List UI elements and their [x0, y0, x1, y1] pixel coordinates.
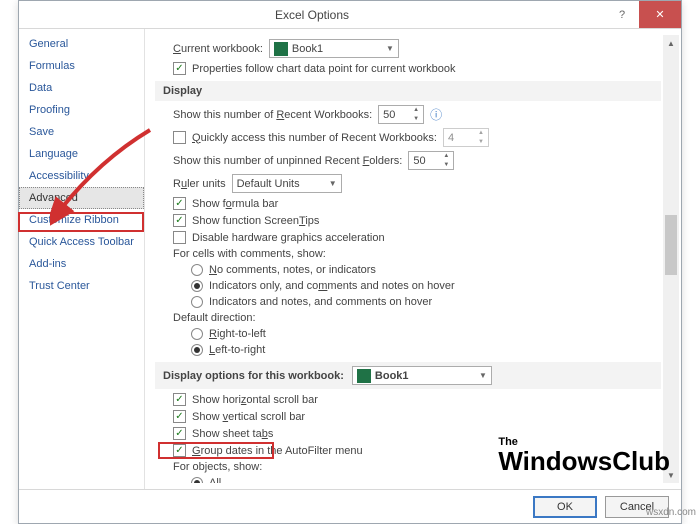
- disable-hw-label: Disable hardware graphics acceleration: [192, 232, 385, 244]
- close-button[interactable]: ✕: [639, 1, 681, 28]
- site-watermark: wsxdn.com: [646, 507, 696, 518]
- unpinned-folders-spinner[interactable]: 50 ▲▼: [408, 151, 454, 170]
- content-pane: Current workbook: Book1 ▼ Properties fol…: [145, 29, 681, 489]
- sidebar-item-addins[interactable]: Add-ins: [19, 253, 144, 275]
- current-workbook-value: Book1: [292, 43, 323, 55]
- sidebar-item-quick-access[interactable]: Quick Access Toolbar: [19, 231, 144, 253]
- chevron-down-icon: ▼: [479, 371, 487, 380]
- ruler-units-label: Ruler units: [173, 178, 226, 190]
- sidebar-item-proofing[interactable]: Proofing: [19, 99, 144, 121]
- display-workbook-section-header: Display options for this workbook: Book1…: [155, 362, 661, 389]
- comments-opt2-label: Indicators only, and comments and notes …: [209, 280, 455, 292]
- chevron-down-icon: ▼: [386, 44, 394, 53]
- comments-show-label: For cells with comments, show:: [173, 248, 326, 260]
- show-screentips-checkbox[interactable]: [173, 214, 186, 227]
- sidebar-item-general[interactable]: General: [19, 33, 144, 55]
- group-dates-label: Group dates in the AutoFilter menu: [192, 445, 363, 457]
- recent-workbooks-spinner[interactable]: 50 ▲▼: [378, 105, 424, 124]
- sidebar-item-advanced[interactable]: Advanced: [19, 187, 144, 209]
- ok-button[interactable]: OK: [533, 496, 597, 518]
- quick-access-spinner[interactable]: 4 ▲▼: [443, 128, 489, 147]
- ruler-units-combo[interactable]: Default Units ▼: [232, 174, 342, 193]
- show-screentips-label: Show function ScreenTips: [192, 215, 319, 227]
- properties-follow-label: Properties follow chart data point for c…: [192, 63, 456, 75]
- unpinned-folders-label: Show this number of unpinned Recent Fold…: [173, 155, 402, 167]
- chevron-down-icon: ▼: [329, 179, 337, 188]
- current-workbook-combo[interactable]: Book1 ▼: [269, 39, 399, 58]
- properties-follow-checkbox[interactable]: [173, 62, 186, 75]
- hscroll-checkbox[interactable]: [173, 393, 186, 406]
- sidebar-item-trust-center[interactable]: Trust Center: [19, 275, 144, 297]
- quick-access-label: Quickly access this number of Recent Wor…: [192, 132, 437, 144]
- help-button[interactable]: ?: [605, 1, 639, 28]
- recent-workbooks-label: Show this number of Recent Workbooks:: [173, 109, 372, 121]
- sheet-tabs-checkbox[interactable]: [173, 427, 186, 440]
- disable-hw-checkbox[interactable]: [173, 231, 186, 244]
- titlebar: Excel Options ? ✕: [19, 1, 681, 29]
- vscroll-checkbox[interactable]: [173, 410, 186, 423]
- objects-all-radio[interactable]: [191, 477, 203, 483]
- show-formula-bar-label: Show formula bar: [192, 198, 278, 210]
- sidebar-item-accessibility[interactable]: Accessibility: [19, 165, 144, 187]
- window-title: Excel Options: [19, 8, 605, 22]
- group-dates-checkbox[interactable]: [173, 444, 186, 457]
- scroll-thumb[interactable]: [665, 215, 677, 275]
- dir-ltr-radio[interactable]: [191, 344, 203, 356]
- hscroll-label: Show horizontal scroll bar: [192, 394, 318, 406]
- objects-all-label: All: [209, 477, 221, 483]
- scroll-up-icon[interactable]: ▲: [663, 35, 679, 51]
- comments-opt3-radio[interactable]: [191, 296, 203, 308]
- dialog-footer: OK Cancel: [19, 489, 681, 523]
- comments-opt1-radio[interactable]: [191, 264, 203, 276]
- dir-ltr-label: Left-to-right: [209, 344, 265, 356]
- dir-rtl-radio[interactable]: [191, 328, 203, 340]
- dir-rtl-label: Right-to-left: [209, 328, 266, 340]
- sidebar-item-data[interactable]: Data: [19, 77, 144, 99]
- category-sidebar: General Formulas Data Proofing Save Lang…: [19, 29, 145, 489]
- quick-access-checkbox[interactable]: [173, 131, 186, 144]
- vertical-scrollbar[interactable]: ▲ ▼: [663, 35, 679, 483]
- vscroll-label: Show vertical scroll bar: [192, 411, 305, 423]
- show-formula-bar-checkbox[interactable]: [173, 197, 186, 210]
- comments-opt1-label: No comments, notes, or indicators: [209, 264, 376, 276]
- sidebar-item-formulas[interactable]: Formulas: [19, 55, 144, 77]
- objects-show-label: For objects, show:: [173, 461, 262, 473]
- default-direction-label: Default direction:: [173, 312, 256, 324]
- display-workbook-combo[interactable]: Book1 ▼: [352, 366, 492, 385]
- current-workbook-label: Current workbook:: [173, 43, 263, 55]
- options-dialog: Excel Options ? ✕ General Formulas Data …: [18, 0, 682, 524]
- sidebar-item-customize-ribbon[interactable]: Customize Ribbon: [19, 209, 144, 231]
- sidebar-item-save[interactable]: Save: [19, 121, 144, 143]
- sheet-tabs-label: Show sheet tabs: [192, 428, 273, 440]
- scroll-down-icon[interactable]: ▼: [663, 467, 679, 483]
- comments-opt2-radio[interactable]: [191, 280, 203, 292]
- display-section-header: Display: [155, 81, 661, 101]
- info-icon[interactable]: ⓘ: [430, 106, 442, 123]
- comments-opt3-label: Indicators and notes, and comments on ho…: [209, 296, 432, 308]
- sidebar-item-language[interactable]: Language: [19, 143, 144, 165]
